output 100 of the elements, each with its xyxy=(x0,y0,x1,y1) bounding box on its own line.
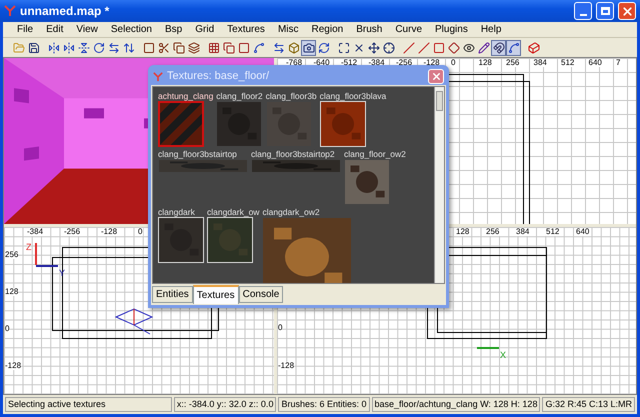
crosshair-icon xyxy=(382,42,394,54)
toolbar-button[interactable] xyxy=(366,40,381,56)
cube-icon xyxy=(288,42,300,54)
menu-item[interactable]: Help xyxy=(474,22,508,37)
menu-item[interactable]: View xyxy=(70,22,104,37)
texture-name: clang_floor_ow2 xyxy=(344,149,406,159)
status-field: Selecting active textures xyxy=(5,397,172,412)
maximize-button[interactable] xyxy=(596,2,614,20)
status-field: G:32 R:45 C:13 L:MR xyxy=(542,397,635,412)
eye-icon xyxy=(462,42,474,54)
texture-tile[interactable]: clang_floor_ow2 xyxy=(344,149,409,205)
toolbar-button[interactable] xyxy=(401,40,416,56)
ruler-label: 512 xyxy=(545,228,560,236)
menu-item[interactable]: Curve xyxy=(389,22,428,37)
menu-item[interactable]: Edit xyxy=(40,22,70,37)
tab[interactable]: Textures xyxy=(192,285,239,304)
window-title: unnamed.map * xyxy=(20,3,110,20)
diamond-icon xyxy=(448,42,460,54)
maximize-icon xyxy=(600,7,610,15)
arrows-horizontal-icon xyxy=(108,42,120,54)
close-icon xyxy=(430,71,442,82)
texture-name: clang_floor3blava xyxy=(320,91,386,101)
line-icon xyxy=(508,42,520,54)
status-field: Brushes: 6 Entities: 0 xyxy=(278,397,370,412)
menu-item[interactable]: Textures xyxy=(221,22,271,37)
ruler-label: 0 xyxy=(5,325,10,333)
ruler-label: 0 xyxy=(137,228,144,236)
ruler-label: 256 xyxy=(485,228,500,236)
move-icon xyxy=(368,42,380,54)
axis-label: Z xyxy=(26,243,32,252)
close-button[interactable] xyxy=(618,2,636,20)
minimize-button[interactable] xyxy=(574,2,592,20)
scissors-icon xyxy=(158,42,170,54)
square-icon xyxy=(432,42,444,54)
toolbar-button[interactable] xyxy=(171,40,186,56)
toolbar-button[interactable] xyxy=(416,40,431,56)
ruler-label: -384 xyxy=(26,228,44,236)
toolbar-button[interactable] xyxy=(476,40,491,56)
menu-item[interactable]: Bsp xyxy=(159,22,188,37)
ruler-label: 640 xyxy=(575,228,590,236)
axis-label: X xyxy=(500,351,506,360)
ruler-label: 384 xyxy=(515,228,530,236)
flip-horizontal-icon xyxy=(48,42,60,54)
ruler-label: 128 xyxy=(455,228,470,236)
toolbar-button[interactable] xyxy=(221,40,236,56)
status-field: base_floor/achtung_clang W: 128 H: 128 xyxy=(372,397,540,412)
toolbar-button[interactable] xyxy=(61,40,76,56)
toolbar-button[interactable] xyxy=(286,40,301,56)
grid-icon xyxy=(208,42,220,54)
status-field: x:: -384.0 y:: 32.0 z:: 0.0 xyxy=(174,397,276,412)
scroll-thumb[interactable] xyxy=(436,91,443,111)
magnet-icon xyxy=(492,42,504,54)
pencil-icon xyxy=(478,42,490,54)
tab[interactable]: Entities xyxy=(152,286,193,303)
ruler-label: 256 xyxy=(5,251,18,259)
menu-item[interactable]: Grid xyxy=(189,22,220,37)
swap-icon xyxy=(272,42,284,54)
ruler-label: 384 xyxy=(532,59,548,67)
toolbar-button[interactable] xyxy=(526,40,541,56)
ruler-label: 0 xyxy=(450,59,456,67)
toolbar-button[interactable] xyxy=(381,40,396,56)
x-axis-icon xyxy=(352,42,364,54)
box-icon xyxy=(528,42,540,54)
ruler-label: 256 xyxy=(505,59,520,67)
flip-horizontal-icon xyxy=(62,42,74,54)
toolbar-button[interactable] xyxy=(446,40,461,56)
toolbar-button[interactable] xyxy=(506,40,521,56)
menu-item[interactable]: Selection xyxy=(104,22,158,37)
ruler-label: -128 xyxy=(5,362,22,370)
app-icon xyxy=(4,5,16,17)
toolbar-button[interactable] xyxy=(301,40,316,56)
toolbar-button[interactable] xyxy=(491,40,506,56)
ruler-label: 640 xyxy=(588,59,603,67)
ruler-label: 512 xyxy=(560,59,576,67)
ruler-label: 128 xyxy=(478,59,493,67)
layers-icon xyxy=(188,42,200,54)
rotate-icon xyxy=(92,42,104,54)
square-icon xyxy=(238,42,250,54)
menu-item[interactable]: File xyxy=(11,22,40,37)
menu-item[interactable]: Misc xyxy=(272,22,304,37)
ruler-label: 7 xyxy=(615,59,622,67)
scrollbar[interactable] xyxy=(434,87,444,283)
menu-item[interactable]: Plugins xyxy=(429,22,474,37)
copy-icon xyxy=(222,42,234,54)
close-button[interactable] xyxy=(428,69,444,84)
view-icon xyxy=(302,42,314,54)
tab[interactable]: Console xyxy=(238,286,284,303)
toolbar-button[interactable] xyxy=(46,40,61,56)
ruler-label: -128 xyxy=(278,362,294,370)
menu-item[interactable]: Brush xyxy=(350,22,388,37)
copy-icon xyxy=(172,42,184,54)
ruler-label: 0 xyxy=(278,324,282,332)
ruler-label: -128 xyxy=(100,228,118,236)
folder-icon xyxy=(12,42,24,54)
vertex-icon xyxy=(252,42,264,54)
close-icon xyxy=(620,4,634,18)
flip-vertical-icon xyxy=(78,42,90,54)
menu-item[interactable]: Region xyxy=(306,22,350,37)
minimize-icon xyxy=(580,14,586,16)
toolbar-button[interactable] xyxy=(186,40,201,56)
